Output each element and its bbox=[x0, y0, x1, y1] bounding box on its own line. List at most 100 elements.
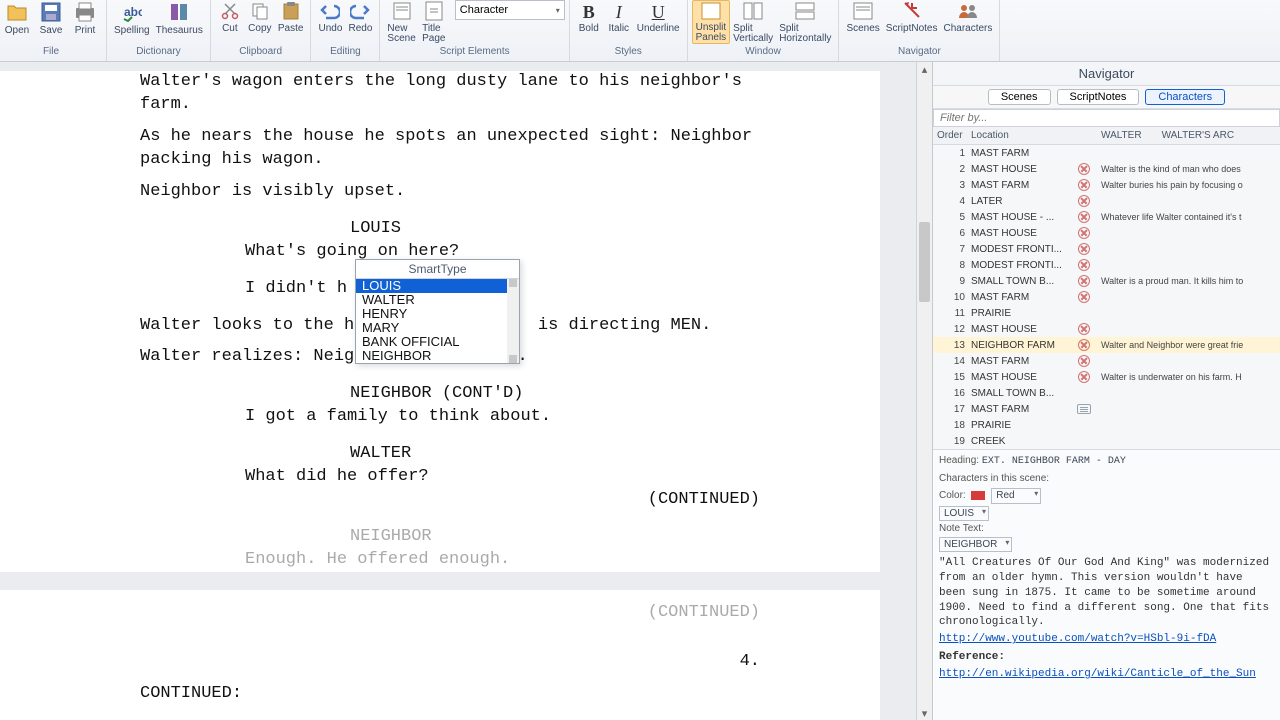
scroll-up-icon[interactable]: ▴ bbox=[917, 62, 932, 76]
split-vertically-button[interactable]: Split Vertically bbox=[730, 0, 776, 44]
nav-scriptnotes-button[interactable]: ScriptNotes bbox=[883, 0, 941, 44]
title-page-button[interactable]: Title Page bbox=[419, 0, 449, 44]
delete-icon[interactable] bbox=[1078, 163, 1090, 175]
tab-scenes[interactable]: Scenes bbox=[988, 89, 1051, 105]
delete-icon[interactable] bbox=[1078, 371, 1090, 383]
navigator-row[interactable]: 17MAST FARM bbox=[933, 401, 1280, 417]
ribbon-group-navigator: Scenes ScriptNotes Characters Navigator bbox=[839, 0, 1000, 61]
save-button[interactable]: Save bbox=[34, 0, 68, 44]
delete-icon[interactable] bbox=[1078, 355, 1090, 367]
smarttype-item[interactable]: WALTER bbox=[356, 293, 519, 307]
scene-char-select[interactable]: NEIGHBOR bbox=[939, 537, 1012, 553]
col-order[interactable]: Order bbox=[937, 130, 971, 141]
delete-icon[interactable] bbox=[1078, 259, 1090, 271]
navigator-row[interactable]: 8MODEST FRONTI... bbox=[933, 257, 1280, 273]
note-label: Note Text: bbox=[939, 523, 984, 534]
navigator-row[interactable]: 6MAST HOUSE bbox=[933, 225, 1280, 241]
tab-scriptnotes[interactable]: ScriptNotes bbox=[1057, 89, 1140, 105]
navigator-row[interactable]: 10MAST FARM bbox=[933, 289, 1280, 305]
smarttype-item[interactable]: MARY bbox=[356, 321, 519, 335]
page-number: 4. bbox=[140, 651, 760, 674]
navigator-filter-input[interactable] bbox=[933, 109, 1280, 127]
navigator-row[interactable]: 13NEIGHBOR FARMWalter and Neighbor were … bbox=[933, 337, 1280, 353]
character-cue[interactable]: NEIGHBOR bbox=[350, 526, 790, 549]
dialogue-text[interactable]: Enough. He offered enough. bbox=[245, 549, 685, 572]
note-icon[interactable] bbox=[1077, 404, 1091, 414]
col-walter[interactable]: WALTER bbox=[1101, 130, 1142, 141]
delete-icon[interactable] bbox=[1078, 339, 1090, 351]
navigator-row[interactable]: 1MAST FARM bbox=[933, 145, 1280, 161]
action-text[interactable]: Walter's wagon enters the long dusty lan… bbox=[140, 71, 790, 117]
navigator-row[interactable]: 9SMALL TOWN B...Walter is a proud man. I… bbox=[933, 273, 1280, 289]
delete-icon[interactable] bbox=[1078, 211, 1090, 223]
paste-button[interactable]: Paste bbox=[275, 0, 307, 44]
navigator-row[interactable]: 4LATER bbox=[933, 193, 1280, 209]
delete-icon[interactable] bbox=[1078, 275, 1090, 287]
split-horizontally-button[interactable]: Split Horizontally bbox=[776, 0, 834, 44]
navigator-row[interactable]: 19CREEK bbox=[933, 433, 1280, 449]
dialogue-text[interactable]: What did he offer? bbox=[245, 466, 685, 489]
action-text[interactable]: Neighbor is visibly upset. bbox=[140, 181, 790, 204]
open-button[interactable]: Open bbox=[0, 0, 34, 44]
smarttype-item[interactable]: NEIGHBOR bbox=[356, 349, 519, 363]
print-button[interactable]: Print bbox=[68, 0, 102, 44]
ribbon-group-label: Navigator bbox=[843, 44, 995, 57]
navigator-row[interactable]: 2MAST HOUSEWalter is the kind of man who… bbox=[933, 161, 1280, 177]
navigator-row[interactable]: 5MAST HOUSE - ...Whatever life Walter co… bbox=[933, 209, 1280, 225]
note-text[interactable]: "All Creatures Of Our God And King" was … bbox=[939, 556, 1274, 630]
bold-button[interactable]: BBold bbox=[574, 0, 604, 44]
ribbon-group-clipboard: Cut Copy Paste Clipboard bbox=[211, 0, 312, 61]
underline-button[interactable]: UUnderline bbox=[634, 0, 683, 44]
nav-characters-button[interactable]: Characters bbox=[940, 0, 995, 44]
col-arc[interactable]: WALTER'S ARC bbox=[1162, 130, 1234, 141]
ribbon-group-script-elements: New Scene Title Page Character Script El… bbox=[380, 0, 569, 61]
navigator-row[interactable]: 14MAST FARM bbox=[933, 353, 1280, 369]
smarttype-scrollbar[interactable] bbox=[507, 279, 519, 363]
navigator-row[interactable]: 11PRAIRIE bbox=[933, 305, 1280, 321]
color-select[interactable]: Red bbox=[991, 488, 1041, 504]
navigator-row[interactable]: 18PRAIRIE bbox=[933, 417, 1280, 433]
dialogue-text[interactable]: I got a family to think about. bbox=[245, 406, 685, 429]
character-cue[interactable]: WALTER bbox=[350, 443, 790, 466]
navigator-columns: Order Location WALTER WALTER'S ARC bbox=[933, 127, 1280, 145]
col-location[interactable]: Location bbox=[971, 130, 1067, 141]
smarttype-item[interactable]: HENRY bbox=[356, 307, 519, 321]
italic-button[interactable]: IItalic bbox=[604, 0, 634, 44]
ribbon-group-styles: BBold IItalic UUnderline Styles bbox=[570, 0, 688, 61]
action-text[interactable]: As he nears the house he spots an unexpe… bbox=[140, 126, 790, 172]
navigator-row[interactable]: 15MAST HOUSEWalter is underwater on his … bbox=[933, 369, 1280, 385]
character-cue[interactable]: LOUIS bbox=[350, 218, 790, 241]
copy-button[interactable]: Copy bbox=[245, 0, 275, 44]
navigator-row[interactable]: 7MODEST FRONTI... bbox=[933, 241, 1280, 257]
navigator-row[interactable]: 3MAST FARMWalter buries his pain by focu… bbox=[933, 177, 1280, 193]
thesaurus-button[interactable]: Thesaurus bbox=[153, 0, 206, 44]
element-type-select[interactable]: Character bbox=[455, 0, 565, 20]
smarttype-item[interactable]: BANK OFFICIAL bbox=[356, 335, 519, 349]
delete-icon[interactable] bbox=[1078, 291, 1090, 303]
script-editor[interactable]: Formats and Paginates to industry standa… bbox=[0, 62, 932, 720]
scene-char-select[interactable]: LOUIS bbox=[939, 506, 989, 522]
delete-icon[interactable] bbox=[1078, 243, 1090, 255]
delete-icon[interactable] bbox=[1078, 227, 1090, 239]
delete-icon[interactable] bbox=[1078, 179, 1090, 191]
character-cue[interactable]: NEIGHBOR (CONT'D) bbox=[350, 383, 790, 406]
unsplit-panels-button[interactable]: Unsplit Panels bbox=[692, 0, 731, 44]
reference-link[interactable]: http://www.youtube.com/watch?v=HSbl-9i-f… bbox=[939, 632, 1274, 647]
chars-label: Characters in this scene: bbox=[939, 473, 1049, 484]
redo-button[interactable]: Redo bbox=[345, 0, 375, 44]
nav-scenes-button[interactable]: Scenes bbox=[843, 0, 882, 44]
tab-characters[interactable]: Characters bbox=[1145, 89, 1225, 105]
undo-button[interactable]: Undo bbox=[315, 0, 345, 44]
scroll-thumb[interactable] bbox=[919, 222, 930, 302]
navigator-row[interactable]: 16SMALL TOWN B... bbox=[933, 385, 1280, 401]
new-scene-button[interactable]: New Scene bbox=[384, 0, 418, 44]
delete-icon[interactable] bbox=[1078, 323, 1090, 335]
delete-icon[interactable] bbox=[1078, 195, 1090, 207]
reference-link[interactable]: http://en.wikipedia.org/wiki/Canticle_of… bbox=[939, 667, 1274, 682]
smarttype-item[interactable]: LOUIS bbox=[356, 279, 519, 293]
spelling-button[interactable]: abcSpelling bbox=[111, 0, 153, 44]
scroll-down-icon[interactable]: ▾ bbox=[917, 706, 932, 720]
editor-scrollbar[interactable]: ▴ ▾ bbox=[916, 62, 932, 720]
cut-button[interactable]: Cut bbox=[215, 0, 245, 44]
navigator-row[interactable]: 12MAST HOUSE bbox=[933, 321, 1280, 337]
